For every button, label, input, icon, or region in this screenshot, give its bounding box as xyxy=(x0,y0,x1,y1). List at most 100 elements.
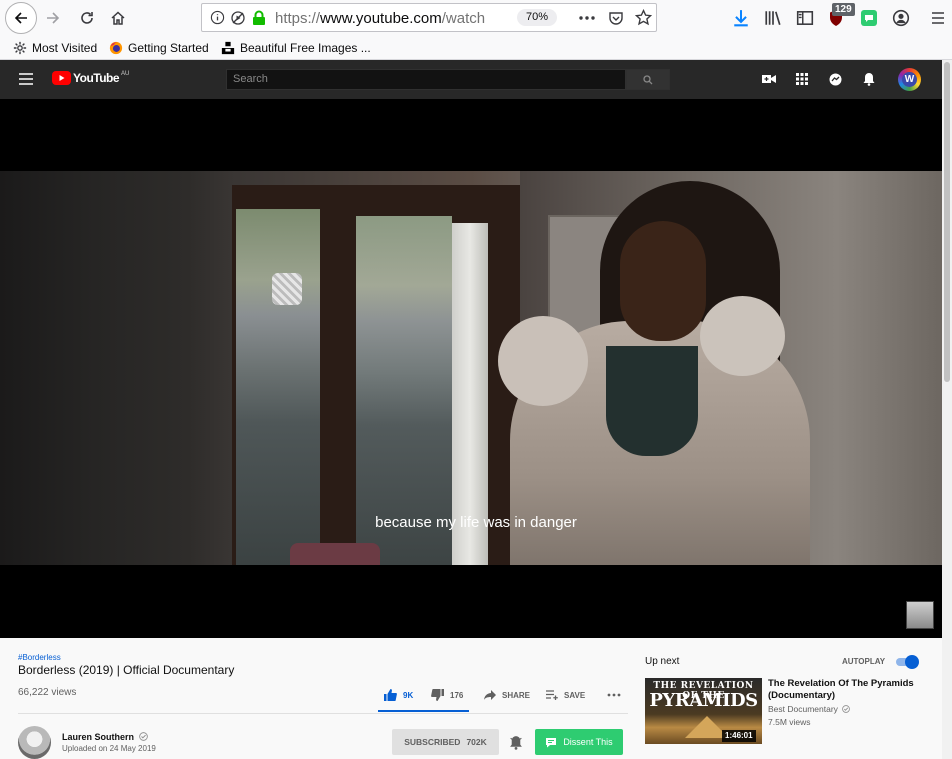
recommendation-title[interactable]: The Revelation Of The Pyramids (Document… xyxy=(768,678,928,702)
notification-bell-icon[interactable] xyxy=(509,735,523,750)
dislike-count: 176 xyxy=(450,690,464,700)
dislike-button[interactable]: 176 xyxy=(431,688,463,702)
info-icon[interactable] xyxy=(210,10,225,25)
divider xyxy=(18,713,628,714)
apps-grid-icon[interactable] xyxy=(796,73,808,85)
share-label: SHARE xyxy=(502,690,531,700)
url-host: www.youtube.com xyxy=(320,10,442,27)
url-protocol: https:// xyxy=(275,10,321,27)
video-subtitle: because my life was in danger xyxy=(375,514,577,531)
reload-button[interactable] xyxy=(77,8,97,28)
youtube-logo[interactable]: YouTube AU xyxy=(52,71,129,85)
chat-icon xyxy=(865,15,873,22)
person-face xyxy=(620,221,706,341)
notifications-bell-icon[interactable] xyxy=(863,72,875,86)
blurred-patch xyxy=(272,273,302,305)
messages-icon[interactable] xyxy=(829,73,842,86)
dissent-label: Dissent This xyxy=(563,737,613,747)
coat-fur-left xyxy=(498,316,588,406)
thumbs-down-icon xyxy=(431,689,444,701)
save-button[interactable]: SAVE xyxy=(546,688,585,702)
reload-icon xyxy=(81,12,93,24)
channel-name-text: Lauren Southern xyxy=(62,732,135,742)
video-player[interactable]: because my life was in danger xyxy=(0,99,942,638)
channel-watermark[interactable] xyxy=(906,601,934,629)
search-button[interactable] xyxy=(626,69,670,90)
view-count: 66,222 views xyxy=(18,687,77,698)
bookmark-getting-started[interactable]: Getting Started xyxy=(109,38,209,58)
add-playlist-icon xyxy=(546,690,558,700)
window-pane xyxy=(236,209,320,565)
bookmark-label: Beautiful Free Images ... xyxy=(240,41,371,55)
video-hashtag[interactable]: #Borderless xyxy=(18,653,61,662)
extension-badge: 129 xyxy=(832,3,855,16)
upload-date: Uploaded on 24 May 2019 xyxy=(62,744,156,753)
forward-button[interactable] xyxy=(43,8,63,28)
bookmark-label: Getting Started xyxy=(128,41,209,55)
search-icon xyxy=(643,74,653,84)
guide-menu-icon[interactable] xyxy=(19,73,33,85)
recommendation-views: 7.5M views xyxy=(768,717,811,727)
share-icon xyxy=(484,690,496,700)
subscribed-label: SUBSCRIBED xyxy=(404,737,461,747)
thumbnail-title-text: PYRAMIDS xyxy=(649,690,758,711)
share-button[interactable]: SHARE xyxy=(484,688,530,702)
bookmark-label: Most Visited xyxy=(32,41,98,55)
home-icon xyxy=(111,11,125,25)
avatar-inner: W xyxy=(902,72,917,87)
upload-video-icon[interactable] xyxy=(762,73,776,85)
gear-icon xyxy=(13,41,27,55)
more-actions-icon[interactable] xyxy=(607,693,621,697)
watch-metadata: #Borderless Borderless (2019) | Official… xyxy=(0,638,942,759)
window-pane xyxy=(356,216,452,565)
verified-check-icon xyxy=(138,732,148,741)
home-button[interactable] xyxy=(108,8,128,28)
dissent-this-button[interactable]: Dissent This xyxy=(535,729,623,755)
menu-icon[interactable] xyxy=(930,10,946,26)
autoplay-toggle[interactable] xyxy=(894,655,919,669)
lock-icon[interactable] xyxy=(252,10,266,26)
user-avatar[interactable]: W xyxy=(898,68,921,91)
download-icon[interactable] xyxy=(732,9,750,27)
youtube-masthead: YouTube AU Search W xyxy=(0,60,942,99)
browser-toolbar: https://www.youtube.com/watch? 70% 129 xyxy=(0,0,952,36)
library-icon[interactable] xyxy=(764,9,782,27)
url-text[interactable]: https://www.youtube.com/watch? xyxy=(275,10,485,27)
sidebar-icon[interactable] xyxy=(796,9,814,27)
bookmark-most-visited[interactable]: Most Visited xyxy=(13,38,97,58)
firefox-icon xyxy=(109,41,123,55)
account-icon[interactable] xyxy=(892,9,910,27)
sentiment-bar xyxy=(378,710,469,712)
youtube-logo-text: YouTube xyxy=(73,71,120,85)
subscriber-count: 702K xyxy=(466,737,487,747)
autoplay-blocked-icon[interactable] xyxy=(230,10,246,26)
recommendation-channel-text: Best Documentary xyxy=(768,704,838,714)
bookmarks-toolbar: Most Visited Getting Started Beautiful F… xyxy=(0,36,952,60)
comment-icon xyxy=(546,737,557,747)
search-input[interactable]: Search xyxy=(226,69,626,90)
coat-fur-right xyxy=(700,296,785,376)
bookmark-star-icon[interactable] xyxy=(635,9,652,26)
subscribe-button[interactable]: SUBSCRIBED 702K xyxy=(392,729,499,755)
pocket-icon[interactable] xyxy=(608,10,624,26)
back-button[interactable] xyxy=(5,2,37,34)
like-button[interactable]: 9K xyxy=(384,688,413,702)
channel-avatar[interactable] xyxy=(18,726,51,759)
youtube-play-icon xyxy=(52,71,71,85)
bookmark-unsplash[interactable]: Beautiful Free Images ... xyxy=(221,38,371,58)
search-placeholder: Search xyxy=(233,73,268,85)
channel-name[interactable]: Lauren Southern xyxy=(62,732,148,742)
url-bar[interactable]: https://www.youtube.com/watch? 70% xyxy=(201,3,657,32)
thumbs-up-icon xyxy=(384,689,397,701)
page-actions-icon[interactable] xyxy=(578,11,596,25)
recommendation-channel[interactable]: Best Documentary xyxy=(768,704,851,714)
toggle-knob xyxy=(905,655,919,669)
forward-arrow-icon xyxy=(47,12,60,24)
video-duration: 1:46:01 xyxy=(722,730,756,742)
green-extension-button[interactable] xyxy=(861,10,877,26)
video-title: Borderless (2019) | Official Documentary xyxy=(18,663,235,677)
zoom-indicator[interactable]: 70% xyxy=(517,9,557,26)
back-arrow-icon xyxy=(14,12,27,24)
unsplash-icon xyxy=(221,41,235,55)
scrollbar-thumb[interactable] xyxy=(944,62,950,382)
